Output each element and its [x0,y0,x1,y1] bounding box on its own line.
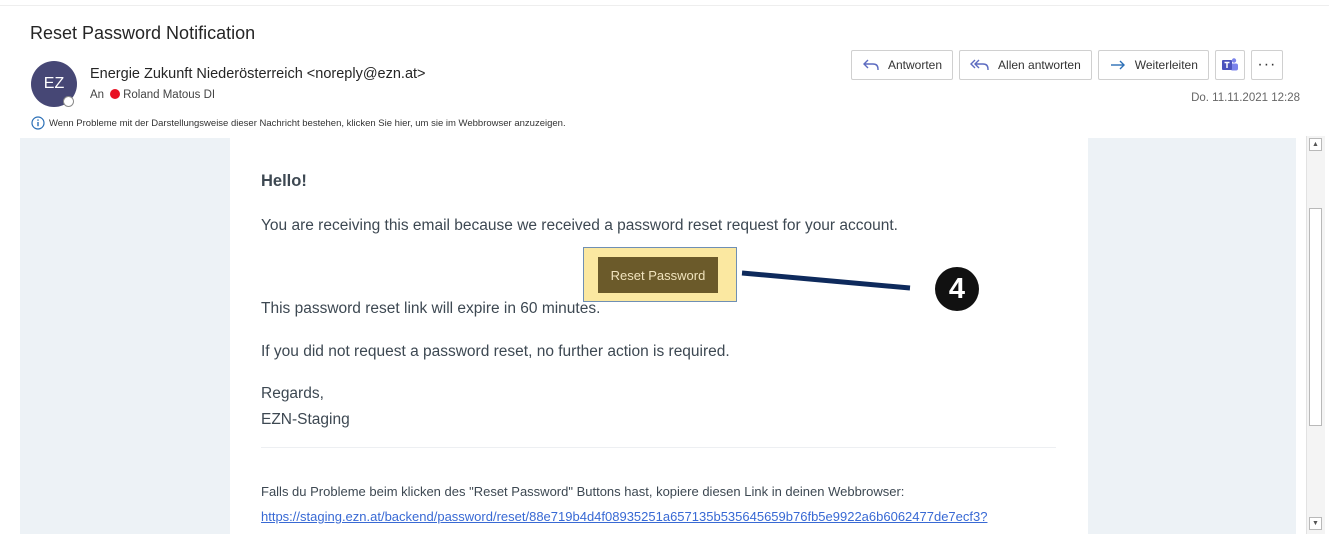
email-subject: Reset Password Notification [30,23,256,43]
reply-all-icon [970,59,989,70]
info-icon [31,116,45,130]
presence-status-icon [63,96,74,107]
scroll-thumb[interactable] [1309,208,1322,426]
to-label: An [90,89,105,101]
recipient-name[interactable]: Roland Matous DI [123,89,215,101]
subcopy-text: Falls du Probleme beim klicken des "Rese… [261,484,905,499]
message-toolbar: Antworten Allen antworten Weiterleiten ·… [851,50,1283,80]
received-date: Do. 11.11.2021 12:28 [1191,92,1300,104]
expiry-line: This password reset link will expire in … [261,300,601,317]
scroll-up-arrow-icon[interactable]: ▲ [1309,138,1322,151]
reply-all-button[interactable]: Allen antworten [959,50,1092,80]
greeting: Hello! [261,172,307,190]
reply-icon [863,59,879,70]
reply-button[interactable]: Antworten [851,50,954,80]
reply-label: Antworten [888,58,943,72]
more-actions-button[interactable]: ··· [1250,50,1283,80]
reply-all-label: Allen antworten [998,58,1081,72]
recipient-line: An Roland Matous DI [90,89,215,101]
top-divider [0,5,1329,6]
no-action-line: If you did not request a password reset,… [261,343,730,360]
scroll-down-arrow-icon[interactable]: ▼ [1309,517,1322,530]
forward-label: Weiterleiten [1134,58,1198,72]
message-card: Hello! You are receiving this email beca… [230,138,1088,534]
infobar-text: Wenn Probleme mit der Darstellungsweise … [49,117,566,129]
vertical-scrollbar[interactable]: ▲ ▼ [1306,136,1325,534]
forward-icon [1110,60,1125,70]
more-icon: ··· [1257,56,1277,73]
teams-icon [1221,58,1238,71]
reset-password-link[interactable]: https://staging.ezn.at/backend/password/… [261,509,987,524]
regards: Regards, [261,385,324,402]
display-problem-infobar[interactable]: Wenn Probleme mit der Darstellungsweise … [31,116,566,130]
callout-badge: 4 [935,267,979,311]
intro-line: You are receiving this email because we … [261,217,898,234]
subcopy-divider [261,447,1056,448]
busy-status-icon [110,89,121,99]
teams-button[interactable] [1214,50,1245,80]
reset-password-button[interactable]: Reset Password [598,257,718,293]
signature: EZN-Staging [261,411,350,428]
sender-address[interactable]: Energie Zukunft Niederösterreich <norepl… [90,66,426,82]
forward-button[interactable]: Weiterleiten [1097,50,1209,80]
